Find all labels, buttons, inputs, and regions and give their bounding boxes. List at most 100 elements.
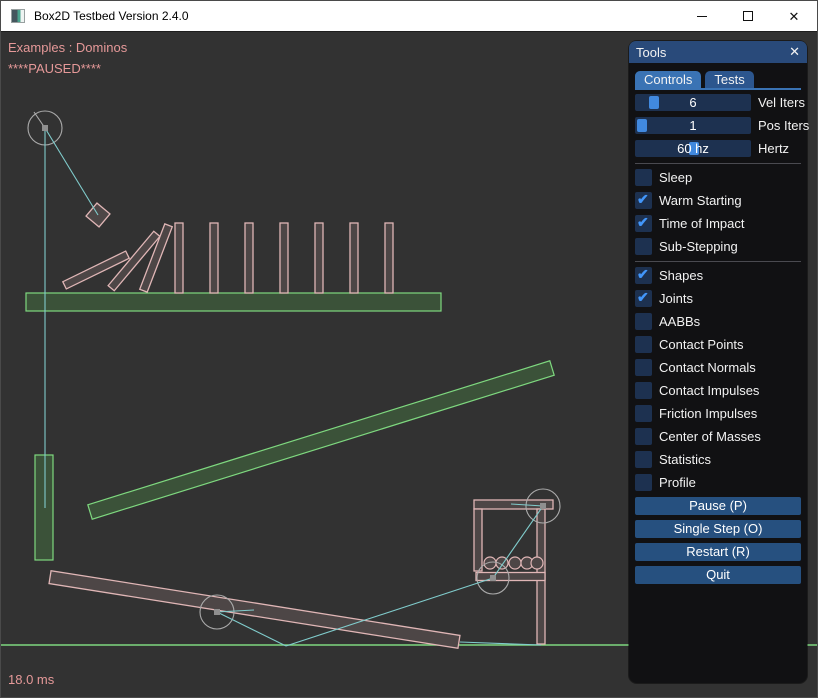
checkbox-sleep[interactable]: Sleep — [635, 169, 801, 186]
checkbox-contact-impulses[interactable]: Contact Impulses — [635, 382, 801, 399]
checkbox-contact-normals[interactable]: Contact Normals — [635, 359, 801, 376]
dynamic-body[interactable] — [175, 223, 183, 293]
example-label: Examples : Dominos — [8, 40, 127, 55]
checkbox-box-center-of-masses[interactable] — [635, 428, 652, 445]
checkbox-box-contact-points[interactable] — [635, 336, 652, 353]
checkbox-label-contact-normals: Contact Normals — [659, 360, 756, 375]
checkbox-label-shapes: Shapes — [659, 268, 703, 283]
checkbox-sub-stepping[interactable]: Sub-Stepping — [635, 238, 801, 255]
checkbox-box-friction-impulses[interactable] — [635, 405, 652, 422]
checkbox-box-warm-starting[interactable]: ✔ — [635, 192, 652, 209]
slider-value-pos-iters: 1 — [635, 117, 751, 134]
maximize-icon — [743, 11, 753, 21]
checkbox-contact-points[interactable]: Contact Points — [635, 336, 801, 353]
checkbox-box-contact-impulses[interactable] — [635, 382, 652, 399]
dynamic-ball[interactable] — [484, 557, 496, 569]
static-body — [26, 293, 441, 311]
paused-label: ****PAUSED**** — [8, 61, 101, 76]
tools-panel: Tools ✕ ControlsTests 6Vel Iters1Pos Ite… — [629, 41, 807, 683]
dynamic-body[interactable] — [280, 223, 288, 293]
minimize-icon — [697, 16, 707, 17]
checkbox-joints[interactable]: ✔ Joints — [635, 290, 801, 307]
slider-hertz[interactable]: 60 hz — [635, 140, 751, 157]
maximize-button[interactable] — [725, 1, 771, 31]
quit-button[interactable]: Quit — [635, 566, 801, 584]
checkbox-aabbs[interactable]: AABBs — [635, 313, 801, 330]
checkbox-box-profile[interactable] — [635, 474, 652, 491]
check-icon: ✔ — [637, 289, 649, 306]
checkbox-box-joints[interactable]: ✔ — [635, 290, 652, 307]
marker-center — [214, 609, 220, 615]
checkbox-box-contact-normals[interactable] — [635, 359, 652, 376]
dynamic-body[interactable] — [350, 223, 358, 293]
button-section: Pause (P) Single Step (O) Restart (R) Quit — [635, 497, 801, 584]
dynamic-body[interactable] — [245, 223, 253, 293]
checkbox-box-shapes[interactable]: ✔ — [635, 267, 652, 284]
checkbox-time-of-impact[interactable]: ✔ Time of Impact — [635, 215, 801, 232]
checkbox-statistics[interactable]: Statistics — [635, 451, 801, 468]
slider-pos-iters[interactable]: 1 — [635, 117, 751, 134]
marker-center — [42, 125, 48, 131]
close-icon: ✕ — [789, 10, 800, 23]
dynamic-body[interactable] — [476, 573, 545, 581]
checkbox-label-sleep: Sleep — [659, 170, 692, 185]
checkbox-label-center-of-masses: Center of Masses — [659, 429, 761, 444]
frame-time-label: 18.0 ms — [8, 672, 54, 687]
marker-center — [540, 503, 546, 509]
marker-center — [490, 575, 496, 581]
pause-p-button[interactable]: Pause (P) — [635, 497, 801, 515]
slider-label-hertz: Hertz — [758, 141, 789, 156]
tools-panel-body: ControlsTests 6Vel Iters1Pos Iters60 hzH… — [629, 63, 807, 584]
dynamic-body[interactable] — [210, 223, 218, 293]
checkbox-shapes[interactable]: ✔ Shapes — [635, 267, 801, 284]
checkbox-label-time-of-impact: Time of Impact — [659, 216, 744, 231]
tab-tests[interactable]: Tests — [705, 71, 753, 88]
checkbox-box-sub-stepping[interactable] — [635, 238, 652, 255]
checkbox-label-contact-impulses: Contact Impulses — [659, 383, 759, 398]
dynamic-body[interactable] — [385, 223, 393, 293]
separator — [635, 163, 801, 164]
restart-r-button[interactable]: Restart (R) — [635, 543, 801, 561]
os-titlebar: Box2D Testbed Version 2.4.0 ✕ — [1, 1, 817, 32]
checkbox-warm-starting[interactable]: ✔ Warm Starting — [635, 192, 801, 209]
slider-label-pos-iters: Pos Iters — [758, 118, 809, 133]
checkbox-label-contact-points: Contact Points — [659, 337, 744, 352]
dynamic-body[interactable] — [474, 509, 482, 571]
checkbox-label-warm-starting: Warm Starting — [659, 193, 742, 208]
tools-panel-title: Tools — [636, 45, 666, 60]
window-controls: ✕ — [679, 1, 817, 31]
checkbox-box-aabbs[interactable] — [635, 313, 652, 330]
checkbox-section: Sleep ✔ Warm Starting ✔ Time of Impact Sub-St… — [635, 163, 801, 491]
checkbox-box-time-of-impact[interactable]: ✔ — [635, 215, 652, 232]
tab-controls[interactable]: Controls — [635, 71, 701, 88]
tools-panel-titlebar[interactable]: Tools ✕ — [629, 41, 807, 63]
minimize-button[interactable] — [679, 1, 725, 31]
tab-bar: ControlsTests — [635, 71, 801, 90]
checkbox-profile[interactable]: Profile — [635, 474, 801, 491]
slider-row-vel-iters: 6Vel Iters — [635, 94, 801, 111]
checkbox-friction-impulses[interactable]: Friction Impulses — [635, 405, 801, 422]
tools-panel-close-icon[interactable]: ✕ — [789, 44, 800, 60]
app-window: Examples : Dominos ****PAUSED**** 18.0 m… — [0, 0, 818, 698]
checkbox-box-statistics[interactable] — [635, 451, 652, 468]
close-button[interactable]: ✕ — [771, 1, 817, 31]
separator — [635, 261, 801, 262]
slider-section: 6Vel Iters 1Pos Iters 60 hz Hertz — [635, 94, 801, 157]
app-icon — [11, 9, 25, 23]
check-icon: ✔ — [637, 191, 649, 208]
checkbox-label-profile: Profile — [659, 475, 696, 490]
checkbox-center-of-masses[interactable]: Center of Masses — [635, 428, 801, 445]
slider-label-vel-iters: Vel Iters — [758, 95, 805, 110]
slider-value-hertz: 60 hz — [635, 140, 751, 157]
checkbox-box-sleep[interactable] — [635, 169, 652, 186]
slider-row-hertz: 60 hz Hertz — [635, 140, 801, 157]
slider-row-pos-iters: 1Pos Iters — [635, 117, 801, 134]
single-step-o-button[interactable]: Single Step (O) — [635, 520, 801, 538]
dynamic-ball[interactable] — [509, 557, 521, 569]
checkbox-label-joints: Joints — [659, 291, 693, 306]
dynamic-ball[interactable] — [531, 557, 543, 569]
dynamic-body[interactable] — [315, 223, 323, 293]
slider-vel-iters[interactable]: 6 — [635, 94, 751, 111]
checkbox-label-friction-impulses: Friction Impulses — [659, 406, 757, 421]
static-ramp — [88, 361, 554, 519]
